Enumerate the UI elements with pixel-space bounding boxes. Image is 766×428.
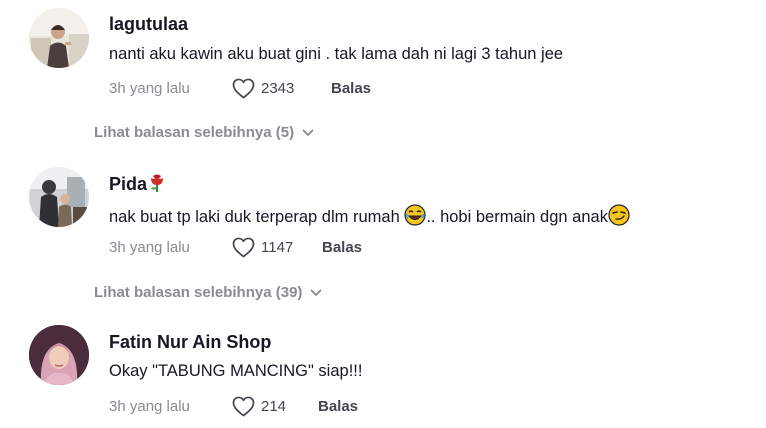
comment-text: Okay "TABUNG MANCING" siap!!! bbox=[109, 362, 363, 380]
laughing-tears-icon bbox=[404, 204, 426, 231]
comment-username[interactable]: Pida bbox=[109, 173, 166, 198]
chevron-down-icon bbox=[302, 129, 314, 136]
reply-button[interactable]: Balas bbox=[331, 80, 371, 97]
like-button[interactable]: 2343 bbox=[232, 78, 294, 99]
chevron-down-icon bbox=[311, 289, 322, 296]
comment-text: nak buat tp laki duk terperap dlm rumah … bbox=[109, 204, 630, 231]
view-more-replies-button[interactable]: Lihat balasan selebihnya (5) bbox=[94, 124, 314, 141]
comment-username[interactable]: Fatin Nur Ain Shop bbox=[109, 332, 271, 353]
comment-text-part: nak buat tp laki duk terperap dlm rumah bbox=[109, 208, 405, 226]
like-button[interactable]: 1147 bbox=[232, 237, 293, 258]
like-count: 2343 bbox=[261, 80, 295, 97]
comment-text: nanti aku kawin aku buat gini . tak lama… bbox=[109, 45, 564, 63]
like-count: 1147 bbox=[261, 239, 294, 256]
like-button[interactable]: 214 bbox=[232, 396, 286, 417]
like-count: 214 bbox=[261, 398, 287, 415]
comment-timestamp: 3h yang lalu bbox=[109, 239, 190, 256]
avatar[interactable] bbox=[29, 8, 89, 68]
heart-icon bbox=[232, 237, 255, 258]
avatar[interactable] bbox=[29, 167, 89, 227]
reply-button[interactable]: Balas bbox=[322, 239, 362, 256]
view-more-replies-button[interactable]: Lihat balasan selebihnya (39) bbox=[94, 284, 322, 301]
view-more-label: Lihat balasan selebihnya (5) bbox=[94, 124, 295, 141]
heart-icon bbox=[232, 78, 255, 99]
heart-icon bbox=[232, 396, 255, 417]
smirk-icon bbox=[608, 204, 630, 231]
comment-username[interactable]: lagutulaa bbox=[109, 14, 188, 35]
view-more-label: Lihat balasan selebihnya (39) bbox=[94, 284, 303, 301]
comment-text-part: .. hobi bermain dgn anak bbox=[426, 208, 608, 226]
rose-icon bbox=[148, 173, 166, 198]
username-text: Pida bbox=[109, 174, 148, 194]
comment-timestamp: 3h yang lalu bbox=[109, 80, 190, 97]
comment-timestamp: 3h yang lalu bbox=[109, 398, 190, 415]
avatar[interactable] bbox=[29, 325, 89, 385]
reply-button[interactable]: Balas bbox=[318, 398, 358, 415]
